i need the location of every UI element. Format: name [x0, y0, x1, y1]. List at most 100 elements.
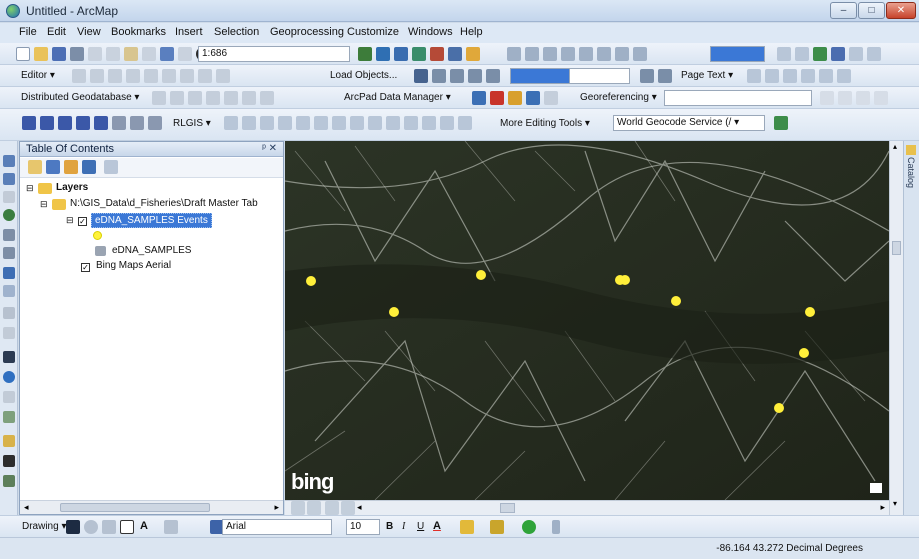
- replica-b-icon[interactable]: [170, 91, 184, 105]
- data-view-icon[interactable]: [291, 501, 305, 515]
- tool-p2-icon[interactable]: [765, 69, 779, 83]
- map-horizontal-scrollbar[interactable]: ◂ ▸: [285, 500, 889, 515]
- layout-f-icon[interactable]: [867, 47, 881, 61]
- font-name-combo[interactable]: Arial: [222, 519, 332, 535]
- rectangle-tool-icon[interactable]: [120, 520, 134, 534]
- tool-g-icon[interactable]: [615, 47, 629, 61]
- cut-icon[interactable]: [88, 47, 102, 61]
- menu-file[interactable]: File: [19, 26, 37, 38]
- scroll-left-arrow[interactable]: ◂: [357, 502, 362, 513]
- delete-icon[interactable]: [142, 47, 156, 61]
- toc-options-icon[interactable]: [104, 160, 118, 174]
- distributed-geodatabase-menu[interactable]: Distributed Geodatabase ▾: [21, 92, 139, 103]
- layers-data-frame[interactable]: Layers: [56, 182, 88, 193]
- rl-g-icon[interactable]: [130, 116, 144, 130]
- arcpad-data-manager-menu[interactable]: ArcPad Data Manager ▾: [344, 92, 451, 103]
- snap-k-icon[interactable]: [404, 116, 418, 130]
- font-color-button[interactable]: A: [433, 520, 441, 532]
- pan-icon[interactable]: [3, 191, 15, 203]
- snap-g-icon[interactable]: [332, 116, 346, 130]
- edit-tool-icon[interactable]: [72, 69, 86, 83]
- close-button[interactable]: ✕: [886, 2, 916, 19]
- bold-button[interactable]: B: [386, 521, 393, 532]
- copy-icon[interactable]: [106, 47, 120, 61]
- arcpad-get-icon[interactable]: [472, 91, 486, 105]
- text-tool[interactable]: A: [140, 520, 148, 532]
- sample-point-marker[interactable]: [805, 307, 815, 317]
- zoom-in-icon[interactable]: [3, 155, 15, 167]
- tool-c-icon[interactable]: [543, 47, 557, 61]
- animation-combo[interactable]: [510, 68, 570, 84]
- rl-e-icon[interactable]: [94, 116, 108, 130]
- hyperlink-icon[interactable]: [3, 391, 15, 403]
- model-builder-icon[interactable]: [466, 47, 480, 61]
- toolbar-options-icon[interactable]: [552, 520, 560, 534]
- sketch-props-icon[interactable]: [216, 69, 230, 83]
- rl-b-icon[interactable]: [40, 116, 54, 130]
- rl-h-icon[interactable]: [148, 116, 162, 130]
- sample-point-marker[interactable]: [476, 270, 486, 280]
- rl-c-icon[interactable]: [58, 116, 72, 130]
- snap-n-icon[interactable]: [458, 116, 472, 130]
- rotate-element-icon[interactable]: [84, 520, 98, 534]
- fill-color-icon[interactable]: [460, 520, 474, 534]
- undo-icon[interactable]: [160, 47, 174, 61]
- table-of-contents-icon[interactable]: [376, 47, 390, 61]
- back-extent-icon[interactable]: [3, 267, 15, 279]
- list-by-drawing-order-icon[interactable]: [28, 160, 42, 174]
- endpoint-arc-icon[interactable]: [126, 69, 140, 83]
- marker-color-icon[interactable]: [522, 520, 536, 534]
- map-vscroll-thumb[interactable]: [892, 241, 901, 255]
- select-elements-tool-icon[interactable]: [66, 520, 80, 534]
- catalog-window-icon[interactable]: [394, 47, 408, 61]
- sample-point-marker[interactable]: [389, 307, 399, 317]
- georef-layer-combo[interactable]: [664, 90, 812, 106]
- map-scroll-thumb[interactable]: [500, 503, 515, 513]
- group-collapse-toggle[interactable]: ⊟: [40, 199, 48, 210]
- menu-windows[interactable]: Windows: [408, 26, 453, 38]
- layers-collapse-toggle[interactable]: ⊟: [26, 183, 34, 194]
- tool-h-icon[interactable]: [633, 47, 647, 61]
- source-folder-path[interactable]: N:\GIS_Data\d_Fisheries\Draft Master Tab: [70, 198, 258, 209]
- snap-l-icon[interactable]: [422, 116, 436, 130]
- list-by-selection-icon[interactable]: [82, 160, 96, 174]
- sample-point-marker[interactable]: [774, 403, 784, 413]
- snap-f-icon[interactable]: [314, 116, 328, 130]
- layout-e-icon[interactable]: [849, 47, 863, 61]
- rotate-tool-icon[interactable]: [180, 69, 194, 83]
- layout-d-icon[interactable]: [831, 47, 845, 61]
- tool-b-icon[interactable]: [525, 47, 539, 61]
- split-tool-icon[interactable]: [162, 69, 176, 83]
- menu-customize[interactable]: Customize: [347, 26, 399, 38]
- replica-d-icon[interactable]: [206, 91, 220, 105]
- print-icon[interactable]: [70, 47, 84, 61]
- play-icon[interactable]: [640, 69, 654, 83]
- catalog-tab-label[interactable]: Catalog: [906, 157, 916, 188]
- toc-pin-close-buttons[interactable]: ᵖ ✕: [262, 143, 277, 154]
- list-by-source-icon[interactable]: [46, 160, 60, 174]
- editor-toolbar-icon[interactable]: [358, 47, 372, 61]
- snap-a-icon[interactable]: [224, 116, 238, 130]
- load-objects-button[interactable]: Load Objects...: [330, 70, 397, 81]
- replica-f-icon[interactable]: [242, 91, 256, 105]
- menu-help[interactable]: Help: [460, 26, 483, 38]
- snap-h-icon[interactable]: [350, 116, 364, 130]
- replica-e-icon[interactable]: [224, 91, 238, 105]
- geocode-find-icon[interactable]: [774, 116, 788, 130]
- events-layer-name[interactable]: eDNA_SAMPLES Events: [91, 213, 212, 228]
- more-editing-tools-menu[interactable]: More Editing Tools ▾: [500, 118, 590, 129]
- georef-b-icon[interactable]: [838, 91, 852, 105]
- tool-p4-icon[interactable]: [801, 69, 815, 83]
- replica-a-icon[interactable]: [152, 91, 166, 105]
- minimize-button[interactable]: –: [830, 2, 857, 19]
- list-by-visibility-icon[interactable]: [64, 160, 78, 174]
- fixed-zoom-out-icon[interactable]: [3, 247, 15, 259]
- measure-icon[interactable]: [3, 435, 15, 447]
- underline-button[interactable]: U: [417, 521, 424, 532]
- menu-bookmarks[interactable]: Bookmarks: [111, 26, 166, 38]
- georef-a-icon[interactable]: [820, 91, 834, 105]
- georef-d-icon[interactable]: [874, 91, 888, 105]
- identify-icon[interactable]: [3, 371, 15, 383]
- tool-x-icon[interactable]: [432, 69, 446, 83]
- search-window-icon[interactable]: [412, 47, 426, 61]
